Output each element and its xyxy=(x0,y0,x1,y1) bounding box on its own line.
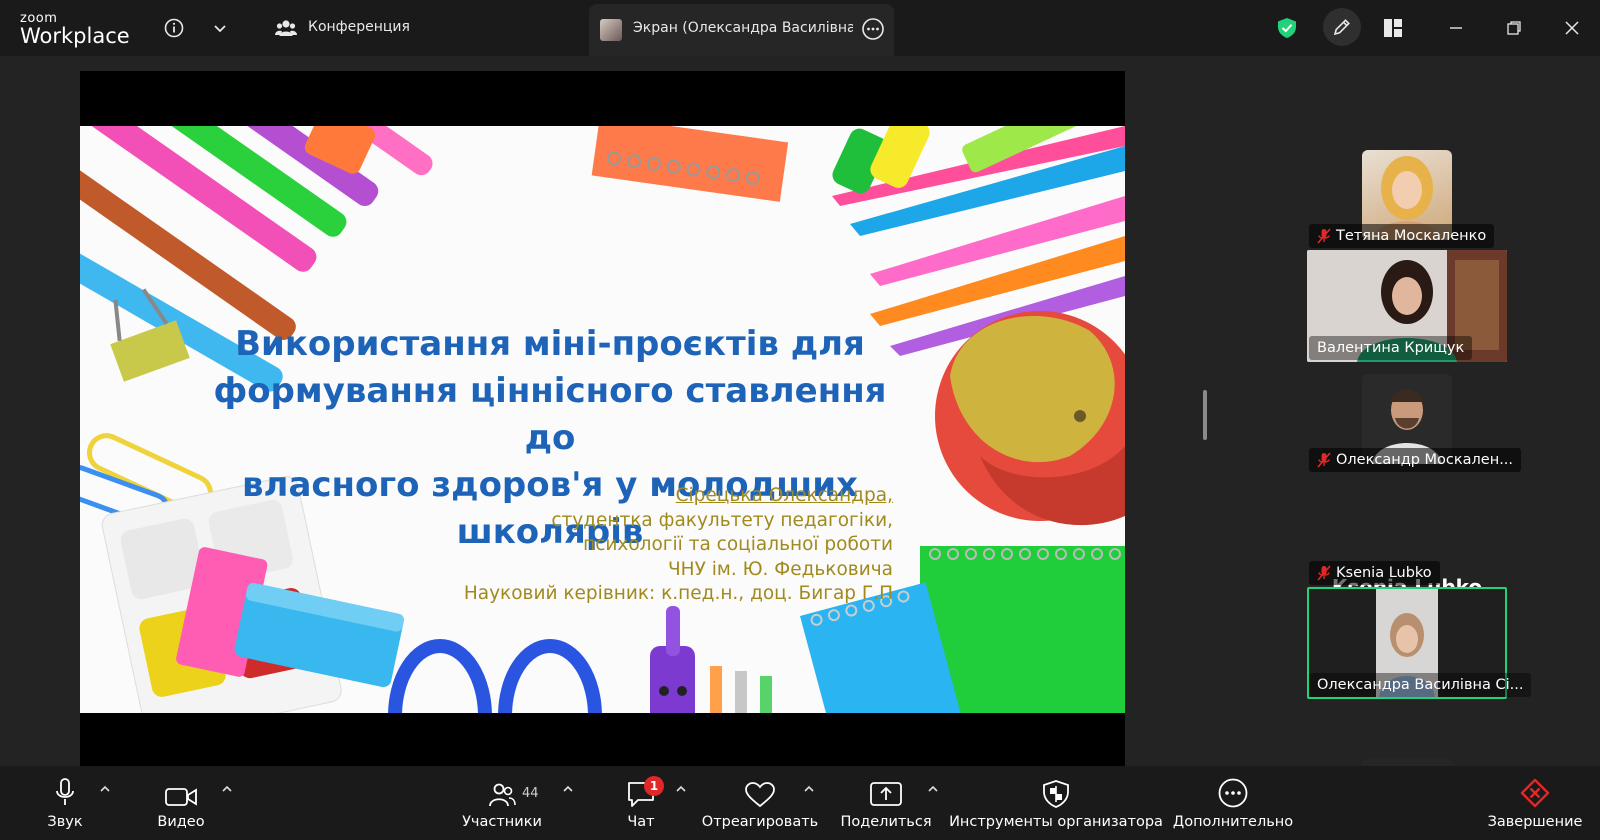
audio-button[interactable]: Звук xyxy=(42,766,88,840)
chevron-up-icon[interactable] xyxy=(561,782,575,796)
participant-name-tag: Валентина Крищук xyxy=(1309,336,1473,360)
participant-name-tag: Ksenia Lubko xyxy=(1309,561,1440,585)
participant-name-tag: Тетяна Москаленко xyxy=(1309,224,1495,248)
presentation-slide: Використання міні-проєктів для формуванн… xyxy=(80,126,1125,713)
meeting-controls: Звук Видео Участники 44 Чат 1 Отреагиров… xyxy=(0,766,1600,840)
screen-share-tab[interactable]: Экран (Олександра Василівна Сірецька) xyxy=(589,4,894,56)
encryption-shield-icon[interactable] xyxy=(1275,16,1299,40)
chevron-up-icon[interactable] xyxy=(802,782,816,796)
title-bar: zoom Workplace Конференция Экран (Олекса… xyxy=(0,0,1600,56)
video-button[interactable]: Видео xyxy=(156,766,206,840)
camera-icon xyxy=(165,788,197,806)
meeting-main-area: Використання міні-проєктів для формуванн… xyxy=(0,56,1600,798)
end-meeting-button[interactable]: Завершение xyxy=(1488,766,1582,840)
mic-muted-icon xyxy=(1317,565,1331,581)
close-icon[interactable] xyxy=(1560,16,1584,40)
host-shield-icon xyxy=(1043,780,1069,808)
chevron-down-icon[interactable] xyxy=(208,16,232,40)
more-icon[interactable] xyxy=(861,17,885,41)
sharer-avatar xyxy=(600,19,622,41)
restore-icon[interactable] xyxy=(1502,16,1526,40)
chevron-up-icon[interactable] xyxy=(98,782,112,796)
mic-muted-icon xyxy=(1317,452,1331,468)
participants-icon xyxy=(489,783,516,807)
share-screen-icon xyxy=(870,782,902,806)
more-icon xyxy=(1218,778,1248,808)
microphone-icon xyxy=(56,778,74,805)
mic-muted-icon xyxy=(1317,228,1331,244)
shared-screen[interactable]: Використання міні-проєктів для формуванн… xyxy=(80,71,1125,767)
screen-tab-label: Экран (Олександра Василівна Сірецька) xyxy=(633,20,853,36)
zoom-logo: zoom Workplace xyxy=(20,11,130,48)
slide-subtitle: Сірецька Олександра, студентка факультет… xyxy=(373,484,893,607)
view-layout-icon[interactable] xyxy=(1381,16,1405,40)
annotate-pencil-button[interactable] xyxy=(1323,8,1361,46)
react-button[interactable]: Отреагировать xyxy=(702,766,818,840)
participants-button[interactable]: Участники xyxy=(462,766,542,840)
heart-icon xyxy=(745,782,775,808)
participant-name-tag: Олександра Василівна Сі... xyxy=(1309,673,1532,697)
more-button[interactable]: Дополнительно xyxy=(1173,766,1293,840)
participant-name-tag: Олександр Москален... xyxy=(1309,448,1522,472)
chevron-up-icon[interactable] xyxy=(926,782,940,796)
chevron-up-icon[interactable] xyxy=(220,782,234,796)
conference-tab[interactable]: Конференция xyxy=(308,19,410,35)
chat-unread-badge: 1 xyxy=(644,776,664,796)
end-meeting-icon xyxy=(1520,778,1550,808)
chevron-up-icon[interactable] xyxy=(674,782,688,796)
slide-author: Сірецька Олександра, xyxy=(675,485,893,506)
minimize-icon[interactable] xyxy=(1444,16,1468,40)
host-tools-button[interactable]: Инструменты организатора xyxy=(949,766,1163,840)
people-icon xyxy=(274,16,298,40)
participants-count: 44 xyxy=(522,786,539,801)
panel-resize-handle[interactable] xyxy=(1203,390,1207,440)
share-screen-button[interactable]: Поделиться xyxy=(840,766,932,840)
info-icon[interactable] xyxy=(162,16,186,40)
